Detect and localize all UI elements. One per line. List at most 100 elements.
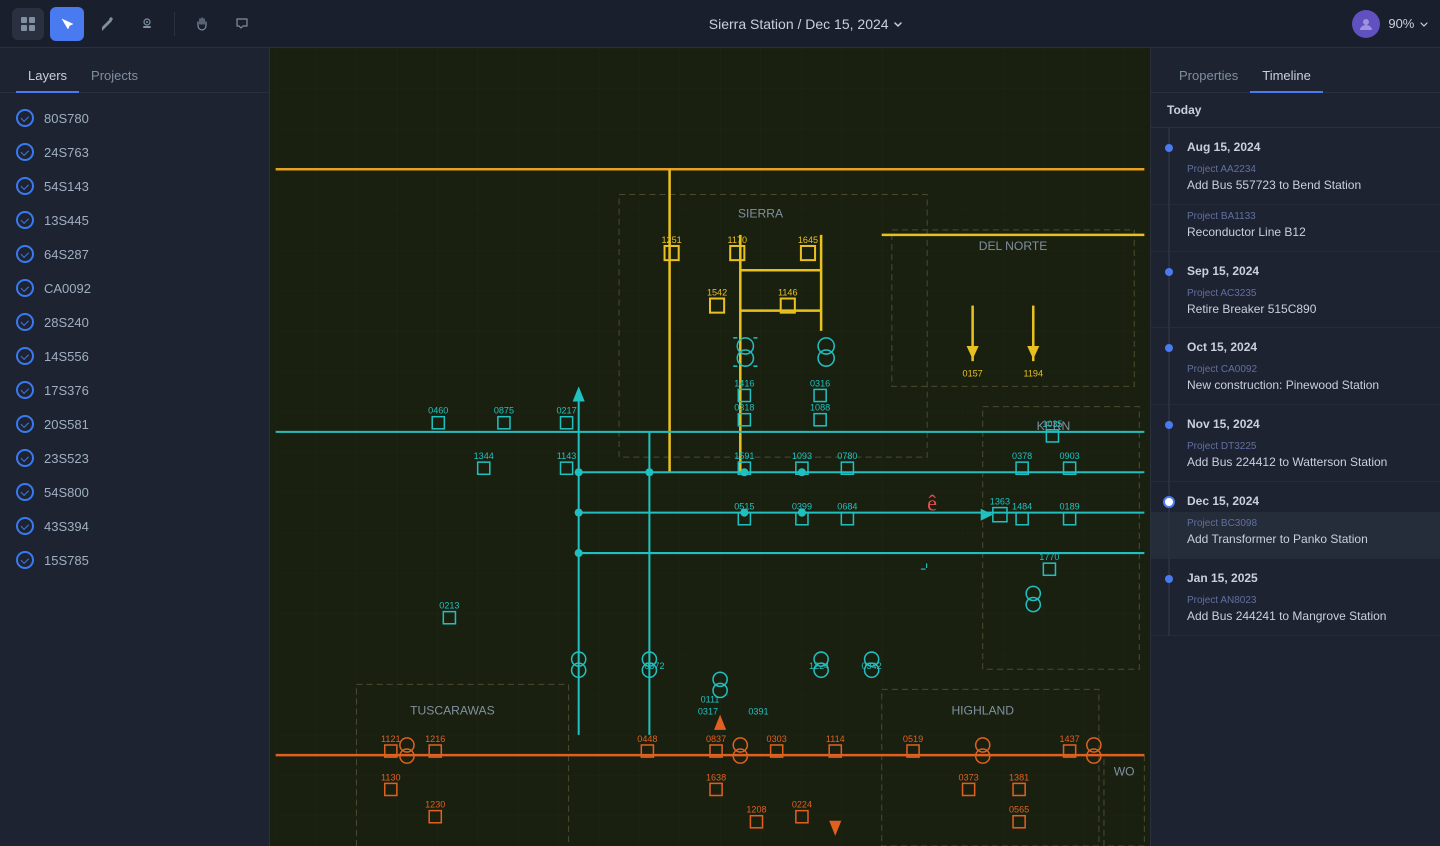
app-logo[interactable] xyxy=(12,8,44,40)
layer-label: CA0092 xyxy=(44,281,91,296)
sidebar-item-23s523[interactable]: 23S523 xyxy=(0,441,269,475)
sidebar-item-28s240[interactable]: 28S240 xyxy=(0,305,269,339)
timeline-project-desc: Retire Breaker 515C890 xyxy=(1187,301,1424,318)
svg-text:1770: 1770 xyxy=(1039,552,1059,562)
station-title-dropdown[interactable]: Sierra Station / Dec 15, 2024 xyxy=(709,16,903,32)
select-tool-button[interactable] xyxy=(50,7,84,41)
sidebar-item-54s143[interactable]: 54S143 xyxy=(0,169,269,203)
sidebar-item-24s763[interactable]: 24S763 xyxy=(0,135,269,169)
svg-text:SIERRA: SIERRA xyxy=(738,207,784,221)
topbar: Sierra Station / Dec 15, 2024 90% xyxy=(0,0,1440,48)
svg-text:0378: 0378 xyxy=(1012,451,1032,461)
svg-text:0303: 0303 xyxy=(767,734,787,744)
layer-label: 28S240 xyxy=(44,315,89,330)
avatar[interactable] xyxy=(1352,10,1380,38)
timeline-section-2: Oct 15, 2024 Project CA0092 New construc… xyxy=(1151,328,1440,405)
stamp-tool-button[interactable] xyxy=(130,7,164,41)
sidebar-item-17s376[interactable]: 17S376 xyxy=(0,373,269,407)
svg-text:DEL NORTE: DEL NORTE xyxy=(979,239,1048,253)
timeline-project-id: Project AN8023 xyxy=(1187,595,1424,606)
comment-tool-button[interactable] xyxy=(225,7,259,41)
edit-tool-button[interactable] xyxy=(90,7,124,41)
timeline-entry-4-0[interactable]: Project BC3098 Add Transformer to Panko … xyxy=(1151,512,1440,559)
sidebar-item-ca0092[interactable]: CA0092 xyxy=(0,271,269,305)
svg-text:1363: 1363 xyxy=(990,497,1010,507)
svg-text:1645: 1645 xyxy=(798,235,818,245)
timeline-today-label: Today xyxy=(1151,93,1440,128)
timeline-entry-3-0[interactable]: Project DT3225 Add Bus 224412 to Watters… xyxy=(1151,435,1440,482)
layer-check-icon xyxy=(16,279,34,297)
sidebar-item-80s780[interactable]: 80S780 xyxy=(0,101,269,135)
layer-label: 15S785 xyxy=(44,553,89,568)
svg-text:ê: ê xyxy=(927,491,937,516)
timeline-project-desc: Add Bus 557723 to Bend Station xyxy=(1187,177,1424,194)
timeline-project-desc: New construction: Pinewood Station xyxy=(1187,377,1424,394)
timeline-project-id: Project AC3235 xyxy=(1187,288,1424,299)
layer-label: 23S523 xyxy=(44,451,89,466)
timeline-project-desc: Add Bus 224412 to Watterson Station xyxy=(1187,454,1424,471)
tab-projects[interactable]: Projects xyxy=(79,60,150,93)
layer-check-icon xyxy=(16,449,34,467)
layer-label: 54S143 xyxy=(44,179,89,194)
layers-list: 80S780 24S763 54S143 13S445 64S287 xyxy=(0,93,269,846)
timeline-date-5: Jan 15, 2025 xyxy=(1151,559,1440,589)
svg-text:1344: 1344 xyxy=(474,451,494,461)
tab-layers[interactable]: Layers xyxy=(16,60,79,93)
timeline-entry-0-1[interactable]: Project BA1133 Reconductor Line B12 xyxy=(1151,205,1440,252)
layer-label: 43S394 xyxy=(44,519,89,534)
timeline-section-5: Jan 15, 2025 Project AN8023 Add Bus 2442… xyxy=(1151,559,1440,636)
sidebar-item-20s581[interactable]: 20S581 xyxy=(0,407,269,441)
sidebar-tab-bar: Layers Projects xyxy=(0,48,269,93)
schematic-diagram[interactable]: SIERRA DEL NORTE KERN TUSCARAWAS HIGHLAN… xyxy=(270,48,1150,846)
svg-text:0317: 0317 xyxy=(698,707,718,717)
timeline-entry-0-0[interactable]: Project AA2234 Add Bus 557723 to Bend St… xyxy=(1151,158,1440,205)
timeline-section-1: Sep 15, 2024 Project AC3235 Retire Break… xyxy=(1151,252,1440,329)
svg-text:0224: 0224 xyxy=(792,800,812,810)
timeline-entry-2-0[interactable]: Project CA0092 New construction: Pinewoo… xyxy=(1151,358,1440,405)
tab-timeline[interactable]: Timeline xyxy=(1250,60,1323,93)
sidebar-item-64s287[interactable]: 64S287 xyxy=(0,237,269,271)
layer-check-icon xyxy=(16,245,34,263)
chevron-down-icon xyxy=(893,19,903,29)
left-sidebar: Layers Projects 80S780 24S763 54S143 13S… xyxy=(0,48,270,846)
layer-check-icon xyxy=(16,177,34,195)
svg-text:0565: 0565 xyxy=(1009,805,1029,815)
timeline-section-0: Aug 15, 2024 Project AA2234 Add Bus 5577… xyxy=(1151,128,1440,252)
layer-check-icon xyxy=(16,313,34,331)
svg-text:0217: 0217 xyxy=(556,406,576,416)
hand-tool-button[interactable] xyxy=(185,7,219,41)
timeline-dot xyxy=(1165,498,1173,506)
svg-text:0316: 0316 xyxy=(810,378,830,388)
svg-text:1194: 1194 xyxy=(1023,368,1043,378)
svg-text:1143: 1143 xyxy=(557,451,577,461)
svg-text:1251: 1251 xyxy=(662,235,682,245)
sidebar-item-14s556[interactable]: 14S556 xyxy=(0,339,269,373)
sidebar-item-43s394[interactable]: 43S394 xyxy=(0,509,269,543)
svg-text:0448: 0448 xyxy=(637,734,657,744)
sidebar-item-13s445[interactable]: 13S445 xyxy=(0,203,269,237)
svg-text:1230: 1230 xyxy=(425,800,445,810)
sidebar-item-54s800[interactable]: 54S800 xyxy=(0,475,269,509)
timeline-dot xyxy=(1165,421,1173,429)
timeline-project-desc: Add Bus 244241 to Mangrove Station xyxy=(1187,608,1424,625)
timeline-section-4: Dec 15, 2024 Project BC3098 Add Transfor… xyxy=(1151,482,1440,559)
timeline-content: TodayAug 15, 2024 Project AA2234 Add Bus… xyxy=(1151,93,1440,846)
timeline-entry-5-0[interactable]: Project AN8023 Add Bus 244241 to Mangrov… xyxy=(1151,589,1440,636)
timeline-project-id: Project DT3225 xyxy=(1187,441,1424,452)
timeline-dot xyxy=(1165,144,1173,152)
layer-check-icon xyxy=(16,381,34,399)
svg-text:⌏: ⌏ xyxy=(920,559,933,577)
layer-check-icon xyxy=(16,483,34,501)
right-panel-tab-bar: Properties Timeline xyxy=(1151,48,1440,93)
timeline-entry-1-0[interactable]: Project AC3235 Retire Breaker 515C890 xyxy=(1151,282,1440,329)
svg-text:1484: 1484 xyxy=(1012,502,1032,512)
timeline-dot xyxy=(1165,344,1173,352)
svg-text:1121: 1121 xyxy=(381,734,401,744)
timeline-section-3: Nov 15, 2024 Project DT3225 Add Bus 2244… xyxy=(1151,405,1440,482)
map-canvas-area[interactable]: SIERRA DEL NORTE KERN TUSCARAWAS HIGHLAN… xyxy=(270,48,1150,846)
zoom-control[interactable]: 90% xyxy=(1388,16,1428,31)
layer-check-icon xyxy=(16,517,34,535)
tab-properties[interactable]: Properties xyxy=(1167,60,1250,93)
svg-text:0373: 0373 xyxy=(958,772,978,782)
sidebar-item-15s785[interactable]: 15S785 xyxy=(0,543,269,577)
